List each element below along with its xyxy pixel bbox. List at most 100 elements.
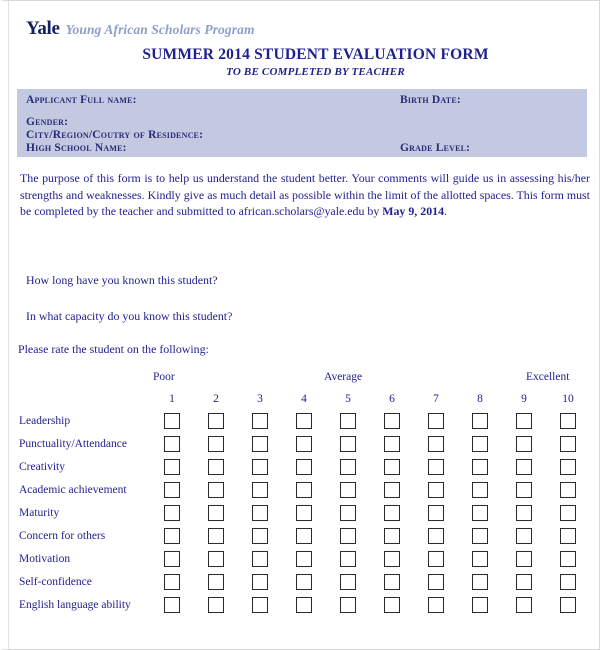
rating-checkbox[interactable] — [384, 435, 400, 452]
rating-checkbox[interactable] — [252, 596, 268, 613]
rating-checkbox[interactable] — [164, 412, 180, 429]
rating-checkbox[interactable] — [208, 458, 224, 475]
rating-checkbox[interactable] — [208, 550, 224, 567]
rating-cell — [326, 435, 370, 452]
rating-checkbox[interactable] — [428, 412, 444, 429]
rating-checkbox[interactable] — [252, 550, 268, 567]
rating-checkbox[interactable] — [164, 481, 180, 498]
rating-checkbox[interactable] — [252, 504, 268, 521]
rating-checkbox[interactable] — [384, 504, 400, 521]
rating-checkbox[interactable] — [208, 596, 224, 613]
rating-checkbox[interactable] — [252, 527, 268, 544]
rating-checkbox[interactable] — [428, 458, 444, 475]
rating-checkbox[interactable] — [516, 550, 532, 567]
rating-checkbox[interactable] — [384, 458, 400, 475]
rating-checkbox[interactable] — [296, 435, 312, 452]
criterion-label: Creativity — [19, 460, 65, 473]
rating-checkbox[interactable] — [428, 550, 444, 567]
rating-checkbox[interactable] — [164, 435, 180, 452]
rating-checkbox[interactable] — [164, 550, 180, 567]
rating-checkbox[interactable] — [340, 458, 356, 475]
rating-checkbox[interactable] — [516, 527, 532, 544]
rating-cell — [150, 481, 194, 498]
rating-checkbox[interactable] — [164, 573, 180, 590]
rating-checkbox[interactable] — [252, 458, 268, 475]
rating-checkbox[interactable] — [472, 481, 488, 498]
rating-checkbox[interactable] — [560, 458, 576, 475]
rating-checkbox[interactable] — [208, 573, 224, 590]
rating-checkbox[interactable] — [340, 596, 356, 613]
rating-checkbox[interactable] — [472, 504, 488, 521]
rating-checkbox[interactable] — [384, 527, 400, 544]
rating-cell — [194, 481, 238, 498]
rating-checkbox[interactable] — [384, 596, 400, 613]
rating-checkbox[interactable] — [428, 504, 444, 521]
rating-checkbox[interactable] — [428, 596, 444, 613]
rating-checkbox[interactable] — [516, 573, 532, 590]
rating-checkbox[interactable] — [516, 458, 532, 475]
rating-cell — [370, 435, 414, 452]
rating-checkbox[interactable] — [296, 550, 312, 567]
rating-checkbox[interactable] — [472, 573, 488, 590]
rating-checkbox[interactable] — [340, 435, 356, 452]
rating-checkbox[interactable] — [428, 481, 444, 498]
rating-checkbox[interactable] — [516, 504, 532, 521]
rating-checkbox[interactable] — [252, 573, 268, 590]
rating-checkbox[interactable] — [164, 458, 180, 475]
rating-checkbox[interactable] — [428, 435, 444, 452]
rating-checkbox[interactable] — [164, 596, 180, 613]
rating-checkbox[interactable] — [472, 435, 488, 452]
rating-checkbox[interactable] — [428, 527, 444, 544]
rating-checkbox[interactable] — [296, 412, 312, 429]
rating-cell — [282, 527, 326, 544]
rating-checkbox[interactable] — [340, 481, 356, 498]
rating-checkbox[interactable] — [560, 481, 576, 498]
rating-checkbox[interactable] — [252, 412, 268, 429]
rating-checkbox[interactable] — [516, 412, 532, 429]
rating-checkbox[interactable] — [208, 527, 224, 544]
rating-checkbox[interactable] — [208, 504, 224, 521]
rating-checkbox[interactable] — [516, 481, 532, 498]
rating-checkbox[interactable] — [472, 550, 488, 567]
rating-checkbox[interactable] — [560, 527, 576, 544]
rating-checkbox[interactable] — [296, 458, 312, 475]
rating-checkbox[interactable] — [340, 527, 356, 544]
rating-checkbox[interactable] — [208, 435, 224, 452]
rating-checkbox[interactable] — [384, 573, 400, 590]
rating-cell — [238, 550, 282, 567]
rating-checkbox[interactable] — [560, 412, 576, 429]
rating-checkbox[interactable] — [560, 504, 576, 521]
rating-checkbox[interactable] — [164, 527, 180, 544]
rating-checkbox[interactable] — [428, 573, 444, 590]
rating-checkbox[interactable] — [340, 550, 356, 567]
rating-checkbox[interactable] — [296, 596, 312, 613]
rating-checkbox[interactable] — [296, 504, 312, 521]
rating-checkbox[interactable] — [560, 550, 576, 567]
rating-checkbox[interactable] — [560, 573, 576, 590]
rating-checkbox[interactable] — [252, 481, 268, 498]
rating-checkbox[interactable] — [516, 596, 532, 613]
rating-checkbox[interactable] — [340, 573, 356, 590]
rating-cell — [370, 596, 414, 613]
rating-checkbox[interactable] — [560, 596, 576, 613]
rating-checkbox[interactable] — [472, 458, 488, 475]
rating-checkbox[interactable] — [472, 527, 488, 544]
rating-checkbox[interactable] — [472, 596, 488, 613]
rating-checkbox[interactable] — [208, 481, 224, 498]
rating-checkbox[interactable] — [164, 504, 180, 521]
rating-checkbox[interactable] — [296, 527, 312, 544]
rating-cell — [282, 481, 326, 498]
rating-checkbox[interactable] — [384, 481, 400, 498]
rating-checkbox[interactable] — [384, 412, 400, 429]
rating-checkbox[interactable] — [516, 435, 532, 452]
rating-checkbox[interactable] — [560, 435, 576, 452]
rating-checkbox[interactable] — [208, 412, 224, 429]
rating-checkbox[interactable] — [296, 573, 312, 590]
rating-checkbox[interactable] — [252, 435, 268, 452]
rating-checkbox[interactable] — [340, 504, 356, 521]
rating-cell — [326, 412, 370, 429]
rating-checkbox[interactable] — [384, 550, 400, 567]
rating-checkbox[interactable] — [296, 481, 312, 498]
rating-checkbox[interactable] — [340, 412, 356, 429]
rating-checkbox[interactable] — [472, 412, 488, 429]
